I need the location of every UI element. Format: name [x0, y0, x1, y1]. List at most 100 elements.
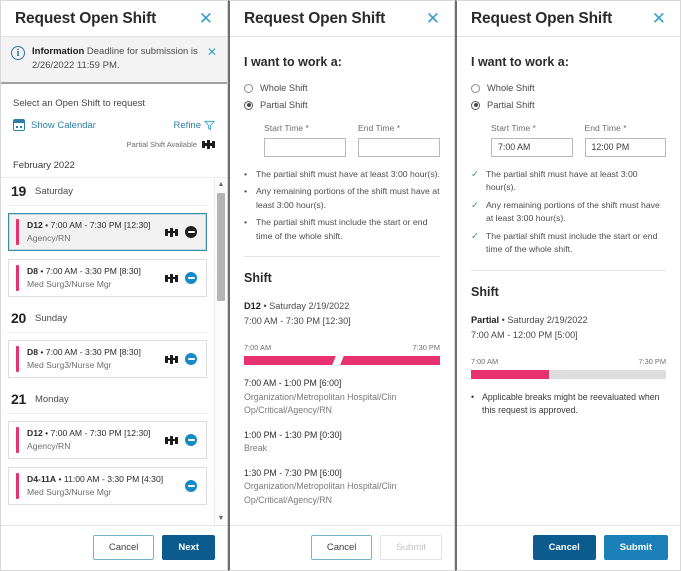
shift-card[interactable]: D12 • 7:00 AM - 7:30 PM [12:30] Agency/RN: [8, 421, 207, 459]
shift-card[interactable]: D12 • 7:00 AM - 7:30 PM [12:30] Agency/RN: [8, 213, 207, 251]
shift-list[interactable]: 19 Saturday D12 • 7:00 AM - 7:30 PM [12:30…: [1, 178, 214, 525]
shift-code: D4-11A: [27, 474, 57, 484]
rule-text: The partial shift must include the start…: [486, 230, 658, 255]
day-number: 20: [11, 310, 26, 326]
page-title: Request Open Shift: [471, 9, 613, 27]
end-time-field: End Time *: [584, 123, 666, 157]
timeline-end-label: 7:30 PM: [638, 356, 666, 366]
list-item: • Any remaining portions of the shift mus…: [244, 185, 440, 212]
start-time-input[interactable]: [491, 137, 573, 157]
timeline-start-label: 7:00 AM: [471, 356, 499, 366]
list-item: • Applicable breaks might be reevaluated …: [471, 391, 666, 418]
shift-title: D8 • 7:00 AM - 3:30 PM [8:30]: [27, 346, 165, 359]
minus-badge-icon[interactable]: [185, 353, 197, 365]
radio-partial-shift-label: Partial Shift: [487, 100, 535, 110]
show-calendar-button[interactable]: Show Calendar: [13, 119, 96, 131]
panel3-header: Request Open Shift ✕: [457, 1, 680, 37]
shift-card[interactable]: D8 • 7:00 AM - 3:30 PM [8:30] Med Surg3/N…: [8, 259, 207, 297]
close-icon[interactable]: ✕: [650, 8, 668, 29]
time-fields: Start Time * End Time *: [244, 117, 440, 157]
start-time-input[interactable]: [264, 137, 346, 157]
minus-badge-icon[interactable]: [185, 434, 197, 446]
partial-shift-icon: [165, 273, 178, 283]
start-time-field: Start Time *: [264, 123, 346, 157]
banner-strong: Information: [32, 46, 85, 57]
rule-text: The partial shift must have at least 3:0…: [256, 168, 440, 179]
shift-color-bar: [16, 346, 19, 372]
shift-list-wrapper: 19 Saturday D12 • 7:00 AM - 7:30 PM [12:30…: [1, 177, 227, 525]
scrollbar-thumb[interactable]: [217, 193, 225, 301]
panel3-body: I want to work a: Whole Shift Partial Sh…: [457, 37, 680, 525]
shift-info: D12 • 7:00 AM - 7:30 PM [12:30] Agency/RN: [27, 214, 165, 250]
banner-text: Information Deadline for submission is 2…: [32, 45, 200, 73]
panel-partial-shift-filled: Request Open Shift ✕ I want to work a: W…: [455, 0, 681, 571]
check-icon: ✓: [471, 230, 479, 242]
divider: [471, 269, 666, 271]
end-time-input[interactable]: [358, 137, 440, 157]
partial-shift-icon: [202, 140, 215, 149]
radio-icon-selected: [471, 100, 480, 110]
banner-close-icon[interactable]: ✕: [207, 46, 217, 58]
cancel-button[interactable]: Cancel: [532, 535, 596, 560]
radio-icon-selected: [244, 100, 253, 110]
shift-section-heading: Shift: [244, 271, 272, 285]
next-button[interactable]: Next: [162, 535, 215, 560]
segment-description: Break: [244, 443, 267, 453]
shift-card[interactable]: D4-11A • 11:00 AM - 3:30 PM [4:30] Med Su…: [8, 467, 207, 505]
day-name: Monday: [34, 393, 69, 405]
radio-partial-shift[interactable]: Partial Shift: [471, 100, 666, 110]
minus-badge-icon[interactable]: [185, 226, 197, 238]
bullet-icon: •: [244, 168, 248, 179]
close-icon[interactable]: ✕: [424, 8, 442, 29]
scroll-down-icon[interactable]: ▼: [215, 512, 227, 525]
legend-label: Partial Shift Available: [126, 140, 197, 149]
radio-whole-shift[interactable]: Whole Shift: [244, 83, 440, 93]
day-header: 19 Saturday: [7, 178, 208, 206]
shift-unit: Agency/RN: [27, 233, 71, 243]
scroll-up-icon[interactable]: ▲: [215, 178, 227, 191]
shift-color-bar: [16, 265, 19, 291]
close-icon[interactable]: ✕: [197, 8, 215, 29]
shift-code: D12: [244, 301, 261, 311]
show-calendar-label: Show Calendar: [31, 119, 96, 131]
select-instruction: Select an Open Shift to request: [13, 98, 146, 109]
panel2-footer: Cancel Submit: [230, 525, 454, 570]
start-time-label: Start Time *: [264, 123, 309, 133]
submit-button[interactable]: Submit: [603, 535, 668, 560]
cancel-button[interactable]: Cancel: [310, 535, 373, 560]
shift-code: D8: [27, 266, 38, 276]
segment-time: 7:00 AM - 1:00 PM [6:00]: [244, 378, 342, 388]
bullet-icon: •: [471, 391, 475, 402]
shift-section-heading: Shift: [471, 284, 499, 299]
shift-identity: Partial • Saturday 2/19/2022: [471, 313, 666, 328]
timeline-labels: 7:00 AM 7:30 PM: [471, 357, 666, 366]
radio-partial-shift[interactable]: Partial Shift: [244, 100, 440, 110]
end-time-label: End Time *: [584, 123, 627, 133]
shift-time: • 11:00 AM - 3:30 PM [4:30]: [56, 474, 164, 484]
shift-info: D12 • 7:00 AM - 7:30 PM [12:30] Agency/RN: [27, 422, 165, 458]
note-text: Applicable breaks might be reevaluated w…: [482, 391, 660, 416]
shift-color-bar: [16, 473, 19, 499]
shift-timeline: 7:00 AM 7:30 PM: [471, 357, 666, 379]
shift-code: D12: [27, 428, 43, 438]
panel1-header: Request Open Shift ✕: [1, 1, 227, 37]
shift-icons: [165, 353, 206, 365]
timeline-start-label: 7:00 AM: [244, 343, 272, 352]
shift-range: 7:00 AM - 7:30 PM [12:30]: [244, 316, 351, 326]
cancel-button[interactable]: Cancel: [92, 535, 155, 560]
list-item: ✓ The partial shift must include the star…: [471, 230, 666, 257]
shift-date: • Saturday 2/19/2022: [499, 314, 588, 325]
rule-text: Any remaining portions of the shift must…: [256, 186, 440, 210]
refine-button[interactable]: Refine: [174, 120, 215, 131]
shift-identity: D12 • Saturday 2/19/2022: [244, 299, 440, 314]
shift-card[interactable]: D8 • 7:00 AM - 3:30 PM [8:30] Med Surg3/N…: [8, 340, 207, 378]
radio-whole-shift[interactable]: Whole Shift: [471, 83, 666, 93]
end-time-input[interactable]: [584, 137, 666, 157]
shift-info: D4-11A • 11:00 AM - 3:30 PM [4:30] Med Su…: [27, 468, 185, 504]
segment-description: Organization/Metropolitan Hospital/Clin …: [244, 391, 397, 416]
minus-badge-icon[interactable]: [185, 272, 197, 284]
shift-info: D8 • 7:00 AM - 3:30 PM [8:30] Med Surg3/N…: [27, 341, 165, 377]
minus-badge-icon[interactable]: [185, 480, 197, 492]
list-scrollbar[interactable]: ▲ ▼: [214, 178, 227, 525]
check-icon: ✓: [471, 199, 479, 211]
